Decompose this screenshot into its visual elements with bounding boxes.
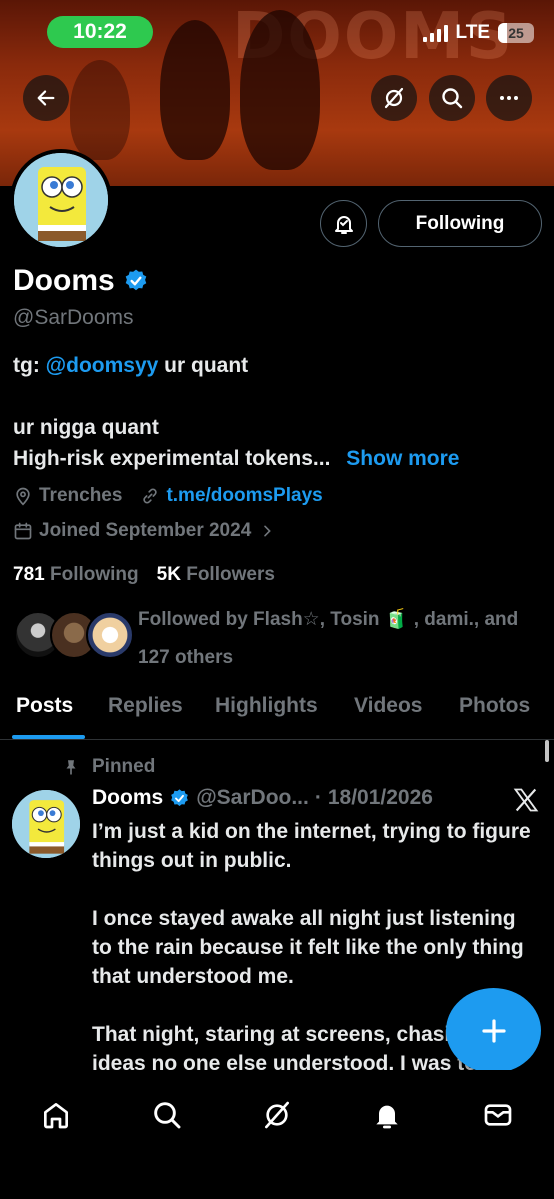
search-icon	[154, 1102, 181, 1129]
bio-line-1: tg: @doomsyy ur quant	[13, 354, 248, 378]
grok-button[interactable]	[371, 75, 417, 121]
calendar-icon	[14, 522, 32, 540]
profile-handle: @SarDooms	[13, 306, 134, 329]
grok-icon	[384, 87, 404, 109]
profile-website-link[interactable]: t.me/doomsPlays	[166, 485, 322, 507]
verified-badge-icon	[171, 788, 188, 806]
bio-mention-link[interactable]: @doomsyy	[46, 354, 159, 377]
pin-icon	[66, 760, 76, 775]
follower-avatar-3	[86, 611, 134, 659]
spongebob-avatar-image	[12, 790, 80, 858]
bell-check-icon	[334, 215, 353, 234]
post-paragraph-2: I once stayed awake all night just liste…	[92, 907, 524, 988]
nav-home[interactable]	[39, 1098, 73, 1132]
more-button[interactable]	[486, 75, 532, 121]
bio-line-2: ur nigga quant	[13, 416, 159, 439]
post-separator: ·	[314, 786, 322, 809]
followed-by-avatars[interactable]	[14, 611, 134, 663]
followers-label: Followers	[186, 564, 275, 585]
x-logo-icon	[513, 788, 539, 812]
active-tab-indicator	[12, 735, 85, 739]
following-stat[interactable]: 781 Following	[13, 564, 139, 586]
banner-silhouette-left	[160, 20, 230, 160]
bio-line-3: High-risk experimental tokens... Show mo…	[13, 447, 459, 471]
status-indicators: LTE 25	[422, 22, 534, 44]
tab-videos[interactable]: Videos	[354, 694, 422, 718]
followed-by-line-1: Followed by Flash☆, Tosin 🧃 , dami., and	[138, 609, 519, 630]
show-more-link[interactable]: Show more	[346, 447, 459, 470]
following-count: 781	[13, 564, 45, 585]
nav-messages[interactable]	[481, 1098, 515, 1132]
compose-fab-button[interactable]	[446, 988, 541, 1073]
more-icon	[500, 96, 518, 100]
post-author-name[interactable]: Dooms	[92, 786, 163, 810]
notify-button[interactable]	[320, 200, 367, 247]
nav-notifications[interactable]	[370, 1098, 404, 1132]
followers-stat[interactable]: 5K Followers	[157, 564, 275, 586]
following-button[interactable]: Following	[378, 200, 542, 247]
signal-icon	[422, 24, 448, 42]
tab-posts[interactable]: Posts	[16, 694, 73, 718]
bio-prefix: tg:	[13, 354, 46, 377]
following-label: Following	[49, 564, 139, 585]
post-header: Dooms @SarDoo... · 18/01/2026	[92, 786, 433, 810]
link-icon	[143, 488, 158, 504]
spongebob-avatar-image	[14, 153, 108, 247]
post-author-handle: @SarDoo...	[196, 786, 309, 809]
followers-count: 5K	[156, 564, 181, 585]
bio-suffix: ur quant	[158, 354, 249, 377]
battery-icon: 25	[498, 23, 534, 43]
post-paragraph-1: I’m just a kid on the internet, trying t…	[92, 820, 531, 872]
joined-row[interactable]: Joined September 2024	[13, 520, 275, 542]
messages-icon	[484, 1104, 512, 1126]
battery-level: 25	[508, 25, 524, 41]
profile-name-row: Dooms	[13, 264, 149, 298]
verified-badge-icon[interactable]	[123, 268, 149, 294]
notifications-icon	[376, 1105, 398, 1129]
profile-meta-row: Trenches t.me/doomsPlays	[13, 485, 323, 507]
scrollbar[interactable]	[545, 740, 549, 762]
home-icon	[44, 1103, 68, 1129]
x-logo-button[interactable]	[512, 786, 540, 819]
bottom-navigation	[0, 1070, 554, 1199]
follow-stats: 781 Following 5K Followers	[13, 564, 275, 586]
post-author-avatar[interactable]	[12, 790, 80, 858]
pinned-indicator: Pinned	[62, 756, 155, 778]
tab-highlights[interactable]: Highlights	[215, 694, 318, 718]
pinned-label: Pinned	[92, 756, 156, 777]
profile-avatar[interactable]	[10, 149, 112, 251]
back-arrow-icon	[37, 90, 55, 106]
search-icon	[442, 88, 463, 109]
plus-icon	[481, 1018, 506, 1043]
profile-name: Dooms	[13, 264, 115, 297]
followed-by-line-2: 127 others	[138, 647, 234, 668]
profile-tabs: Posts Replies Highlights Videos Photos	[0, 684, 554, 740]
grok-icon	[265, 1101, 289, 1129]
search-button[interactable]	[429, 75, 475, 121]
profile-location: Trenches	[39, 485, 123, 506]
network-label: LTE	[455, 22, 490, 43]
location-icon	[16, 487, 30, 506]
status-time: 10:22	[47, 16, 153, 48]
chevron-right-icon	[264, 525, 272, 537]
banner-silhouette-right	[240, 10, 320, 170]
tab-photos[interactable]: Photos	[459, 694, 530, 718]
banner-silhouette-back	[70, 60, 130, 160]
nav-grok[interactable]	[260, 1098, 294, 1132]
nav-search[interactable]	[150, 1098, 184, 1132]
bio-text: High-risk experimental tokens...	[13, 447, 331, 470]
tab-replies[interactable]: Replies	[108, 694, 183, 718]
back-button[interactable]	[23, 75, 69, 121]
joined-date: Joined September 2024	[39, 520, 252, 541]
post-date: 18/01/2026	[327, 786, 433, 809]
followed-by-text[interactable]: Followed by Flash☆, Tosin 🧃 , dami., and…	[138, 601, 543, 677]
